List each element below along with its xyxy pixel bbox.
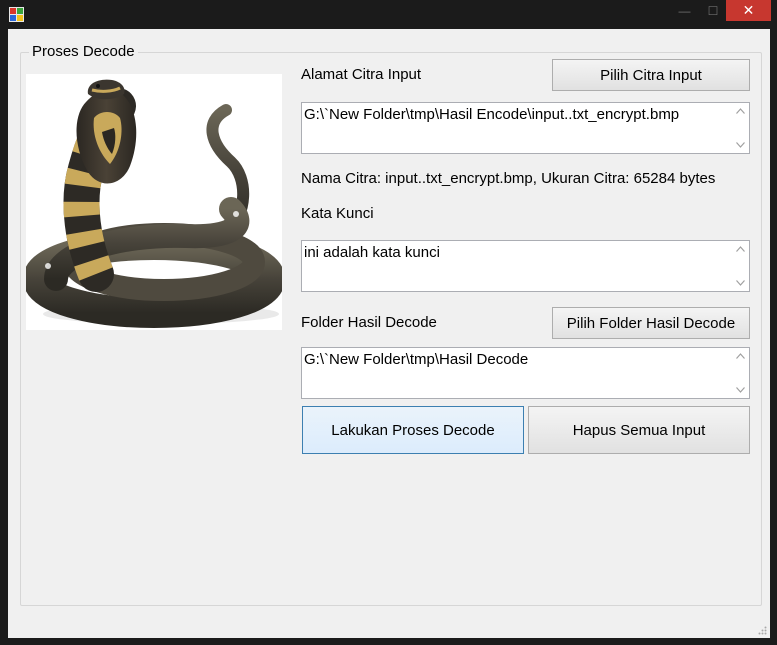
form-client-area: Proses Decode Alamat Citra Input Pilih C… bbox=[8, 29, 770, 638]
scroll-down-icon[interactable] bbox=[736, 280, 745, 286]
app-icon[interactable] bbox=[9, 7, 24, 22]
input-image-label: Alamat Citra Input bbox=[301, 66, 422, 83]
input-image-path-text: G:\`New Folder\tmp\Hasil Encode\input..t… bbox=[304, 106, 680, 123]
image-info-label: Nama Citra: input..txt_encrypt.bmp, Ukur… bbox=[301, 170, 716, 187]
key-field[interactable]: ini adalah kata kunci bbox=[301, 240, 750, 292]
scroll-down-icon[interactable] bbox=[736, 387, 745, 393]
cobra-snake-image bbox=[23, 74, 285, 330]
input-path-scrollbar[interactable] bbox=[732, 103, 749, 153]
scroll-up-icon[interactable] bbox=[736, 353, 745, 359]
choose-output-folder-button[interactable]: Pilih Folder Hasil Decode bbox=[552, 307, 750, 339]
output-folder-path-field[interactable]: G:\`New Folder\tmp\Hasil Decode bbox=[301, 347, 750, 399]
minimize-button[interactable]: — bbox=[671, 0, 698, 21]
snake-illustration bbox=[23, 79, 285, 328]
scroll-up-icon[interactable] bbox=[736, 108, 745, 114]
output-folder-path-text: G:\`New Folder\tmp\Hasil Decode bbox=[304, 351, 529, 368]
scroll-down-icon[interactable] bbox=[736, 142, 745, 148]
key-scrollbar[interactable] bbox=[732, 241, 749, 291]
decode-button[interactable]: Lakukan Proses Decode bbox=[302, 406, 524, 454]
output-path-scrollbar[interactable] bbox=[732, 348, 749, 398]
title-bar[interactable]: — ☐ ✕ bbox=[0, 0, 777, 28]
groupbox-title: Proses Decode bbox=[29, 43, 138, 60]
close-button[interactable]: ✕ bbox=[726, 0, 771, 21]
maximize-button[interactable]: ☐ bbox=[700, 0, 726, 21]
input-image-path-field[interactable]: G:\`New Folder\tmp\Hasil Encode\input..t… bbox=[301, 102, 750, 154]
resize-grip-icon[interactable] bbox=[757, 625, 767, 635]
clear-all-button[interactable]: Hapus Semua Input bbox=[528, 406, 750, 454]
key-label: Kata Kunci bbox=[301, 205, 374, 222]
app-window: — ☐ ✕ Proses Decode Alamat Citra Input P… bbox=[0, 0, 777, 645]
scroll-up-icon[interactable] bbox=[736, 246, 745, 252]
choose-input-image-button[interactable]: Pilih Citra Input bbox=[552, 59, 750, 91]
output-folder-label: Folder Hasil Decode bbox=[301, 314, 437, 331]
key-text: ini adalah kata kunci bbox=[304, 244, 440, 261]
